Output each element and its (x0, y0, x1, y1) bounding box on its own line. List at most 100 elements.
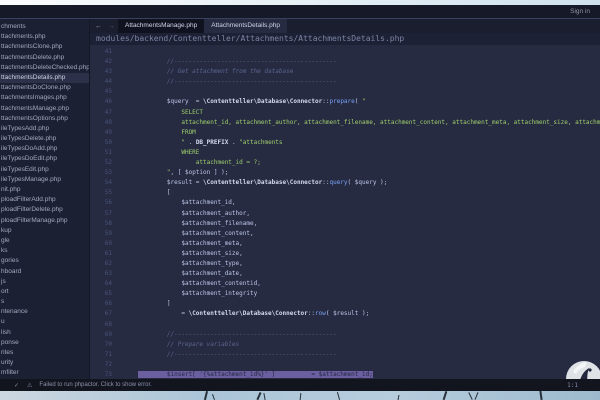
code-line[interactable]: 62 $attachment_type, (90, 259, 600, 269)
sidebar-item[interactable]: rites (0, 348, 89, 358)
code-line[interactable]: 60 $attachment_meta, (90, 239, 600, 249)
editor-tab[interactable]: AttachmentsDetails.php (204, 19, 287, 33)
sidebar-item[interactable]: ploadFilterDelete.php (0, 205, 89, 215)
code-line[interactable]: 65 $attachment_integrity (90, 289, 600, 299)
line-number: 52 (90, 158, 112, 168)
status-message[interactable]: Failed to run phpactor. Click to show er… (39, 382, 151, 388)
sidebar-item[interactable]: nit.php (0, 185, 89, 195)
code-line[interactable]: 44 //-----------------------------------… (90, 77, 600, 87)
line-number: 72 (90, 360, 112, 370)
code-line[interactable]: 42 //-----------------------------------… (90, 57, 600, 67)
sidebar-item[interactable]: ileTypesAdd.php (0, 124, 89, 134)
code-line[interactable]: 58 $attachment_filename, (90, 219, 600, 229)
sidebar-item[interactable]: ploadFilterAdd.php (0, 195, 89, 205)
code-line[interactable]: 64 $attachment_contentid, (90, 279, 600, 289)
editor-tab[interactable]: AttachmentsManage.php (118, 19, 204, 33)
sidebar-item[interactable]: hboard (0, 267, 89, 277)
code-line[interactable]: 56 $attachment_id, (90, 198, 600, 208)
code-text: $attachment_content, (138, 229, 254, 239)
code-line[interactable]: 41 (90, 47, 600, 57)
page-header: Sign in (0, 5, 600, 18)
sidebar-item[interactable]: ileTypesManage.php (0, 175, 89, 185)
sidebar-item[interactable]: lish (0, 328, 89, 338)
sidebar-item[interactable]: ileTypesDoAdd.php (0, 144, 89, 154)
sidebar-item[interactable]: gle (0, 236, 89, 246)
branch-mark (337, 392, 340, 400)
code-line[interactable]: 43 // Get attachment from the database (90, 67, 600, 77)
code-line[interactable]: 67 = \Contentteller\Database\Connector::… (90, 309, 600, 319)
code-line[interactable]: 50 " . DB_PREFIX . "attachments (90, 138, 600, 148)
sidebar-item[interactable]: chments (0, 22, 89, 32)
sidebar-item[interactable]: ileTypesDoEdit.php (0, 154, 89, 164)
code-line[interactable]: 70 // Prepare variables (90, 340, 600, 350)
code-text: attachment_id, attachment_author, attach… (138, 118, 600, 128)
sidebar-item[interactable]: ttachmentsDeleteChecked.php (0, 63, 89, 73)
code-line[interactable]: 48 attachment_id, attachment_author, att… (90, 118, 600, 128)
sidebar-item[interactable]: u (0, 317, 89, 327)
sidebar-item[interactable]: ttachmentsDetails.php (0, 73, 89, 83)
code-text: $attachment_author, (138, 209, 250, 219)
sidebar-item[interactable]: mfilter (0, 368, 89, 378)
line-number: 70 (90, 340, 112, 350)
code-text: = \Contentteller\Database\Connector::row… (138, 309, 369, 319)
sidebar-item[interactable]: s (0, 297, 89, 307)
sidebar-item[interactable]: ttachmentsClone.php (0, 42, 89, 52)
sidebar-item[interactable]: ttachmentsDelete.php (0, 53, 89, 63)
code-line[interactable]: 61 $attachment_size, (90, 249, 600, 259)
line-number: 46 (90, 97, 112, 107)
code-text: attachment_id = ?; (138, 158, 261, 168)
forward-arrow-icon[interactable]: → (108, 23, 115, 30)
line-number: 69 (90, 330, 112, 340)
warning-icon: ⚠ (27, 382, 32, 389)
sidebar-item[interactable]: ntenance (0, 307, 89, 317)
code-line[interactable]: 49 FROM (90, 128, 600, 138)
code-line[interactable]: 63 $attachment_date, (90, 269, 600, 279)
line-number: 64 (90, 279, 112, 289)
sidebar-item[interactable]: ort (0, 287, 89, 297)
code-line[interactable]: 51 WHERE (90, 148, 600, 158)
line-number: 54 (90, 178, 112, 188)
code-line[interactable]: 46 $query = \Contentteller\Database\Conn… (90, 97, 600, 107)
sidebar-item[interactable]: ileTypesEdit.php (0, 165, 89, 175)
sidebar-item[interactable]: ttachmentsImages.php (0, 93, 89, 103)
code-line[interactable]: 47 SELECT (90, 108, 600, 118)
code-line[interactable]: 55 [ (90, 188, 600, 198)
branch-mark (204, 391, 208, 400)
cursor-position[interactable]: 1:1 (567, 382, 578, 389)
nav-arrows: ← → (95, 19, 115, 33)
line-number: 61 (90, 249, 112, 259)
back-arrow-icon[interactable]: ← (95, 23, 102, 30)
tab-strip: AttachmentsManage.phpAttachmentsDetails.… (118, 19, 287, 33)
sidebar-item[interactable]: ttachmentsOptions.php (0, 114, 89, 124)
line-number: 67 (90, 309, 112, 319)
line-number: 43 (90, 67, 112, 77)
sidebar-item[interactable]: js (0, 277, 89, 287)
sidebar-item[interactable]: kup (0, 226, 89, 236)
code-line[interactable]: 68 (90, 320, 600, 330)
code-line[interactable]: 54 $result = \Contentteller\Database\Con… (90, 178, 600, 188)
sidebar-item[interactable]: urity (0, 358, 89, 368)
code-line[interactable]: 69 //-----------------------------------… (90, 330, 600, 340)
code-line[interactable]: 66 ] (90, 299, 600, 309)
code-line[interactable]: 53 ", [ $option ] ); (90, 168, 600, 178)
sidebar-item[interactable]: ttachments.php (0, 32, 89, 42)
sign-in-link[interactable]: Sign in (570, 8, 590, 15)
line-number: 50 (90, 138, 112, 148)
code-line[interactable]: 45 (90, 87, 600, 97)
line-number: 53 (90, 168, 112, 178)
sidebar-item[interactable]: ttachmentsDoClone.php (0, 83, 89, 93)
sidebar-item[interactable]: ks (0, 246, 89, 256)
code-area[interactable]: 4142 //---------------------------------… (90, 45, 600, 380)
line-number: 47 (90, 108, 112, 118)
sidebar-item[interactable]: gories (0, 256, 89, 266)
code-line[interactable]: 57 $attachment_author, (90, 209, 600, 219)
code-line[interactable]: 71 //-----------------------------------… (90, 350, 600, 360)
sidebar-item[interactable]: ileTypesDelete.php (0, 134, 89, 144)
code-line[interactable]: 52 attachment_id = ?; (90, 158, 600, 168)
code-text: $attachment_type, (138, 259, 243, 269)
code-line[interactable]: 59 $attachment_content, (90, 229, 600, 239)
sidebar-item[interactable]: ttachmentsManage.php (0, 104, 89, 114)
sidebar-item[interactable]: ponse (0, 338, 89, 348)
sidebar-item[interactable]: ploadFilterManage.php (0, 216, 89, 226)
code-line[interactable]: 72 (90, 360, 600, 370)
